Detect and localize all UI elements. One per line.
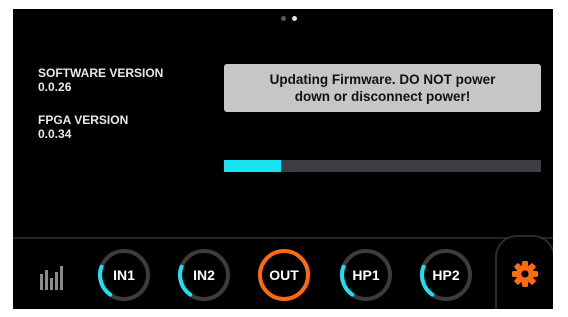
level-meter-icon[interactable] [40, 266, 66, 295]
channel-hp1-button[interactable]: HP1 [338, 247, 394, 303]
channel-label: IN2 [193, 267, 215, 283]
update-progress-bar [224, 160, 541, 172]
settings-tab[interactable] [495, 235, 553, 309]
page-dot-2[interactable] [292, 16, 297, 21]
device-screen: SOFTWARE VERSION 0.0.26 FPGA VERSION 0.0… [13, 9, 553, 309]
channel-in1-button[interactable]: IN1 [96, 247, 152, 303]
channel-in2-button[interactable]: IN2 [176, 247, 232, 303]
page-indicator[interactable] [281, 16, 297, 21]
update-progress-fill [224, 160, 282, 172]
channel-label: HP2 [432, 267, 460, 283]
channel-label: IN1 [113, 267, 135, 283]
channel-label: HP1 [352, 267, 380, 283]
channel-label: OUT [269, 267, 299, 283]
fpga-version-label: FPGA VERSION [38, 113, 129, 127]
fpga-version-value: 0.0.34 [38, 127, 72, 141]
firmware-update-alert: Updating Firmware. DO NOT power down or … [224, 64, 541, 112]
page-dot-1[interactable] [281, 16, 286, 21]
software-version-value: 0.0.26 [38, 80, 72, 94]
software-version-label: SOFTWARE VERSION [38, 66, 164, 80]
software-version-block: SOFTWARE VERSION 0.0.26 [38, 66, 163, 94]
fpga-version-block: FPGA VERSION 0.0.34 [38, 113, 128, 141]
channel-hp2-button[interactable]: HP2 [418, 247, 474, 303]
gear-icon [512, 261, 538, 287]
channel-out-button[interactable]: OUT [256, 247, 312, 303]
